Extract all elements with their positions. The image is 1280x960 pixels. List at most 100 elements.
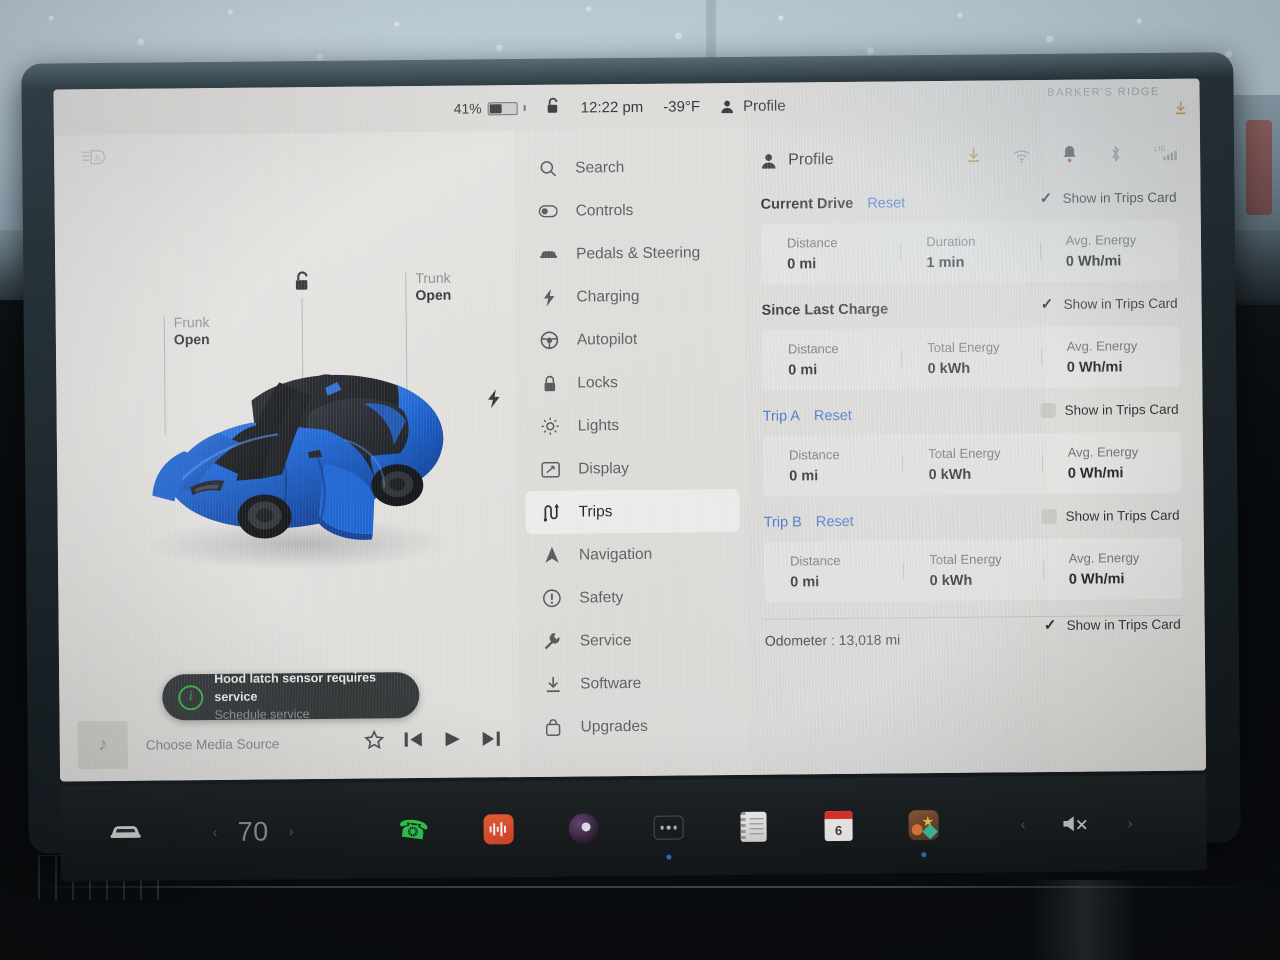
phone-app-icon[interactable]: ☎ [394,811,432,849]
skip-next-icon[interactable] [481,729,502,753]
media-app-icon[interactable] [479,810,517,848]
charge-port-bolt-icon[interactable] [486,389,501,413]
sidebar-item-upgrades[interactable]: Upgrades [527,704,741,749]
sidebar-item-navigation[interactable]: Navigation [526,532,740,577]
vehicle-illustration[interactable] [111,336,483,580]
calendar-day: 6 [834,822,843,838]
star-icon[interactable] [364,729,385,755]
navigation-icon [542,546,561,565]
content-header: Profile LTE [760,139,1178,179]
climate-control: ‹ 70 › [212,816,294,848]
car-visualization-panel[interactable]: A Frunk Open Trunk Open i Hood latch sen… [53,131,521,782]
sidebar-item-trips[interactable]: Trips [525,488,740,535]
choose-media-source-button[interactable]: Choose Media Source [146,735,346,752]
sidebar-item-pedals-steering[interactable]: Pedals & Steering [523,231,737,276]
sidebar-item-label: Lights [577,416,620,435]
temperature-decrease-button[interactable]: ‹ [213,823,218,840]
sidebar-item-label: Display [578,459,630,478]
car-front-icon[interactable] [109,820,143,845]
volume-decrease-button[interactable]: ‹ [1021,816,1026,833]
profile-icon [761,153,776,169]
clock[interactable]: 12:22 pm [581,98,644,116]
frunk-label: Frunk [173,314,210,331]
sidebar-item-service[interactable]: Service [527,618,741,663]
sidebar-item-search[interactable]: Search [522,145,736,190]
temperature-increase-button[interactable]: › [289,823,294,840]
sidebar-item-label: Safety [579,588,624,607]
volume-mute-icon[interactable] [1061,814,1091,834]
stat-cell: Avg. Energy 0 Wh/mi [1043,550,1183,588]
car-icon [539,245,558,264]
notes-app-icon[interactable] [734,808,772,846]
cabin-temperature-value[interactable]: 70 [237,816,268,847]
stat-value: 0 Wh/mi [1067,465,1124,482]
checkbox-checked: ✓ [1039,189,1053,208]
stat-value: 0 kWh [928,466,972,484]
sidebar-item-lights[interactable]: Lights [525,403,739,448]
trip-section-since-last-charge: Since Last Charge ✓ Show in Trips Card Dist… [762,295,1181,391]
trunk-status: Trunk Open [415,270,451,304]
sidebar-item-software[interactable]: Software [527,661,741,706]
bolt-icon [539,288,558,307]
settings-panel: Search Controls Pedals & Steering Charging A… [513,124,1207,778]
show-in-trips-card-toggle[interactable]: Show in Trips Card [1041,508,1180,525]
show-in-trips-card-toggle[interactable]: Show in Trips Card [1040,402,1179,419]
profile-button[interactable]: Profile [720,97,786,115]
stat-key: Avg. Energy [1065,232,1137,248]
calendar-app-icon[interactable]: 6 [819,807,857,845]
odometer-row: Odometer : 13,018 mi ✓ Show in Trips Car… [764,614,1183,649]
section-header: Trip A Reset Show in Trips Card [763,401,1181,429]
toast-title: Hood latch sensor requires service [214,670,377,705]
sidebar-item-safety[interactable]: Safety [526,575,740,620]
sidebar-item-autopilot[interactable]: Autopilot [524,317,738,362]
trunk-state: Open [415,286,452,304]
sidebar-item-display[interactable]: Display [525,446,739,491]
reset-button[interactable]: Reset [867,195,905,211]
wifi-icon[interactable] [1013,149,1030,168]
stat-cell: Total Energy 0 kWh [901,339,1041,377]
more-apps-icon[interactable] [649,808,687,860]
sidebar-item-label: Service [579,631,632,649]
sidebar-item-controls[interactable]: Controls [522,188,736,233]
lte-signal-icon[interactable]: LTE [1154,144,1178,167]
trip-section-trip-b: Trip B Reset Show in Trips Card Distance 0 m… [764,507,1183,603]
stat-key: Duration [926,233,976,250]
toybox-app-icon[interactable]: ★ [904,806,942,858]
stat-cell: Avg. Energy 0 Wh/mi [1040,232,1180,270]
section-title[interactable]: Trip A [763,408,800,424]
stats-row: Distance 0 mi Total Energy 0 kWh Avg. Energy… [761,325,1181,391]
stat-cell: Avg. Energy 0 Wh/mi [1041,338,1181,376]
checkbox-checked: ✓ [1040,295,1054,314]
profile-header[interactable]: Profile [760,151,834,170]
sidebar-item-label: Trips [578,502,613,521]
software-download-icon[interactable] [966,148,981,169]
play-icon[interactable] [442,730,463,754]
section-title[interactable]: Trip B [764,514,802,530]
stat-value: 0 mi [787,256,817,273]
section-title: Current Drive [760,195,854,213]
skip-previous-icon[interactable] [403,730,424,754]
car-unlock-icon[interactable] [293,270,312,297]
odometer-show-in-trips-toggle[interactable]: ✓ Show in Trips Card [1043,616,1181,635]
checkbox-checked: ✓ [1043,616,1057,635]
download-icon [543,675,562,694]
trips-content: Profile LTE Current Drive Reset ✓ Show i… [744,125,1206,775]
dock-app-icons: ☎ 6 ★ [390,806,946,860]
stat-key: Avg. Energy [1067,444,1139,460]
reset-button[interactable]: Reset [816,514,854,530]
notification-bell-icon[interactable] [1062,145,1077,168]
battery-indicator[interactable]: 41% [454,100,526,117]
unlock-icon[interactable] [546,97,561,119]
navigation-app-icon[interactable] [564,809,602,847]
stat-value: 0 Wh/mi [1066,359,1123,376]
volume-increase-button[interactable]: › [1127,815,1132,832]
bluetooth-icon[interactable] [1109,145,1122,167]
sidebar-item-charging[interactable]: Charging [523,274,737,319]
music-note-icon[interactable]: ♪ [77,720,129,770]
profile-icon [721,100,734,113]
show-in-trips-card-toggle[interactable]: ✓ Show in Trips Card [1038,189,1177,208]
reset-button[interactable]: Reset [814,408,852,424]
show-in-trips-card-toggle[interactable]: ✓ Show in Trips Card [1039,295,1178,314]
outside-temperature: -39°F [663,97,701,116]
sidebar-item-locks[interactable]: Locks [524,360,738,405]
